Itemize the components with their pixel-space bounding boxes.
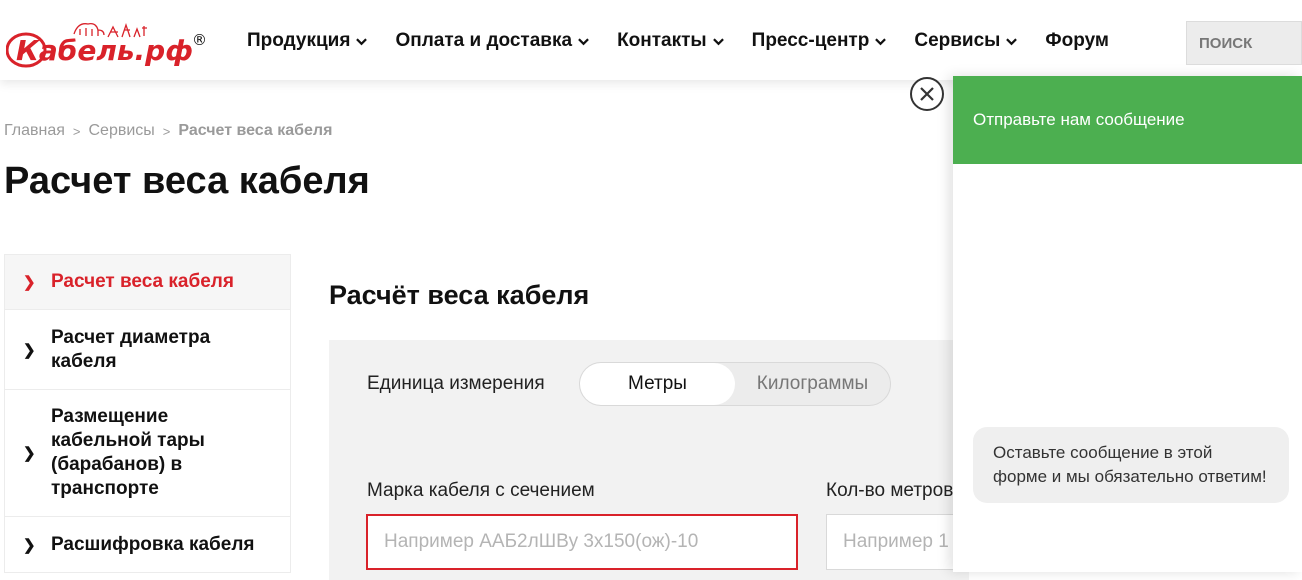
sidebar-item-cable-weight[interactable]: ❯ Расчет веса кабеля [4,254,291,310]
sidebar-menu: ❯ Расчет веса кабеля ❯ Расчет диаметра к… [4,254,291,573]
main-nav: Продукция Оплата и доставка Контакты Пре… [247,30,1137,52]
sidebar-item-cable-decoding[interactable]: ❯ Расшифровка кабеля [4,517,291,573]
chevron-down-icon [1006,37,1018,45]
calculator-panel: Единица измерения Метры Килограммы Марка… [329,340,986,580]
nav-item-forum[interactable]: Форум [1045,30,1109,52]
site-logo[interactable]: Кабель.рф ® [5,12,211,74]
sidebar-item-label: Расчет веса кабеля [51,271,234,292]
breadcrumb-separator: > [72,123,81,139]
unit-toggle: Метры Килограммы [579,362,891,406]
chevron-down-icon [712,37,724,45]
site-header: Кабель.рф ® Продукция Оплата и доставка … [0,0,1302,80]
breadcrumb-current: Расчет веса кабеля [178,122,333,139]
sidebar-item-label: Расшифровка кабеля [51,533,255,555]
nav-label: Сервисы [914,30,1001,51]
calculator-title: Расчёт веса кабеля [329,280,590,310]
chat-header: Отправьте нам сообщение [953,76,1302,164]
sidebar-item-drum-placement[interactable]: ❯ Размещение кабельной тары (барабанов) … [4,390,291,517]
nav-item-products[interactable]: Продукция [247,30,368,52]
unit-option-kilograms[interactable]: Килограммы [735,363,890,405]
nav-item-press-center[interactable]: Пресс-центр [752,30,887,52]
brand-label: Марка кабеля с сечением [367,480,595,501]
nav-item-services[interactable]: Сервисы [914,30,1018,52]
chat-close-button[interactable] [910,77,944,111]
breadcrumb-link-services[interactable]: Сервисы [89,122,155,140]
chevron-down-icon [875,37,887,45]
svg-text:®: ® [192,31,207,49]
chevron-down-icon [356,37,368,45]
breadcrumb: Главная > Сервисы > Расчет веса кабеля [4,122,332,140]
nav-item-payment-delivery[interactable]: Оплата и доставка [395,30,589,52]
sidebar-item-label: Размещение кабельной тары (барабанов) в … [51,406,205,499]
svg-text:Кабель.рф: Кабель.рф [16,34,193,67]
chevron-right-icon: ❯ [23,341,36,359]
chevron-right-icon: ❯ [23,274,36,291]
cable-brand-input[interactable] [366,514,798,570]
nav-label: Форум [1045,30,1109,51]
nav-label: Контакты [617,30,707,51]
breadcrumb-separator: > [162,123,171,139]
chevron-right-icon: ❯ [23,445,36,462]
unit-option-meters[interactable]: Метры [580,363,735,405]
chevron-right-icon: ❯ [23,536,36,554]
sidebar-item-label: Расчет диаметра кабеля [51,326,211,372]
search-input[interactable] [1187,22,1301,64]
breadcrumb-link-home[interactable]: Главная [4,122,65,140]
chat-message: Оставьте сообщение в этой форме и мы обя… [973,427,1289,503]
nav-label: Продукция [247,30,351,51]
close-icon [920,87,934,101]
nav-label: Оплата и доставка [395,30,573,51]
nav-label: Пресс-центр [751,30,870,51]
chevron-down-icon [578,37,589,45]
search-box [1186,21,1302,65]
meters-label: Кол-во метров [826,480,954,501]
page-title: Расчет веса кабеля [4,160,370,202]
unit-label: Единица измерения [367,373,545,394]
chat-widget: Отправьте нам сообщение Оставьте сообщен… [953,76,1302,572]
sidebar-item-cable-diameter[interactable]: ❯ Расчет диаметра кабеля [4,310,291,390]
nav-item-contacts[interactable]: Контакты [617,30,724,52]
